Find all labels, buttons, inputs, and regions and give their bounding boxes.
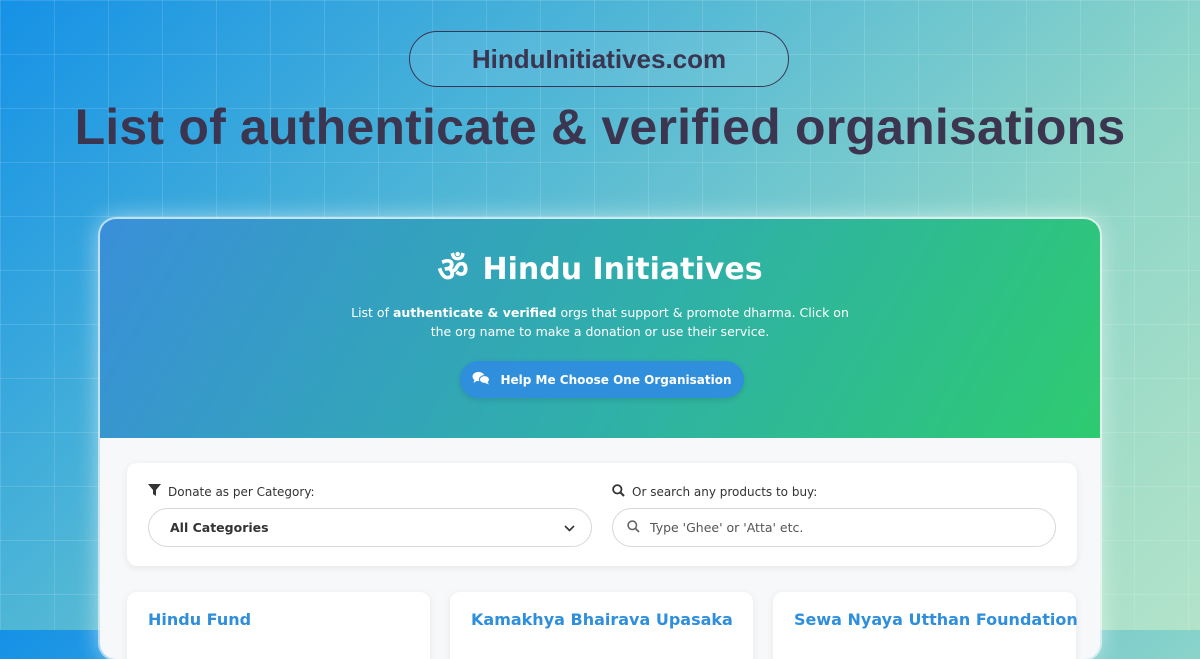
- hero-title: List of authenticate & verified organisa…: [74, 99, 1126, 155]
- chevron-down-icon: [564, 520, 575, 535]
- org-name[interactable]: Hindu Fund: [148, 610, 251, 629]
- product-search[interactable]: [612, 508, 1056, 547]
- search-icon: [627, 518, 640, 537]
- om-icon: ॐ: [437, 249, 469, 290]
- org-name[interactable]: Kamakhya Bhairava Upasaka: [471, 610, 733, 629]
- filter-icon: [148, 484, 161, 499]
- category-label-text: Donate as per Category:: [168, 484, 315, 499]
- search-label: Or search any products to buy:: [612, 484, 817, 500]
- help-button-label: Help Me Choose One Organisation: [500, 372, 732, 387]
- org-card[interactable]: Sewa Nyaya Utthan Foundation: [773, 592, 1078, 659]
- search-label-icon: [612, 484, 625, 500]
- help-choose-button[interactable]: Help Me Choose One Organisation: [460, 361, 744, 398]
- brand-name: Hindu Initiatives: [482, 252, 763, 287]
- filter-panel: Donate as per Category: All Categories O…: [127, 463, 1077, 566]
- site-domain-badge: HinduInitiatives.com: [409, 31, 789, 87]
- tagline-pre: List of: [351, 305, 393, 320]
- tagline-bold: authenticate & verified: [392, 305, 557, 320]
- org-card[interactable]: Kamakhya Bhairava Upasaka: [450, 592, 753, 659]
- category-select[interactable]: All Categories: [148, 508, 592, 547]
- chat-bubbles-icon: [472, 371, 491, 388]
- brand: ॐ Hindu Initiatives: [100, 252, 1100, 287]
- category-label: Donate as per Category:: [148, 484, 315, 499]
- app-card: ॐ Hindu Initiatives List of authenticate…: [100, 219, 1100, 659]
- category-select-value: All Categories: [170, 520, 269, 535]
- org-name[interactable]: Sewa Nyaya Utthan Foundation: [794, 610, 1078, 629]
- tagline: List of authenticate & verified orgs tha…: [350, 303, 850, 341]
- search-label-text: Or search any products to buy:: [632, 485, 818, 499]
- org-card[interactable]: Hindu Fund: [127, 592, 430, 659]
- app-header: ॐ Hindu Initiatives List of authenticate…: [100, 219, 1100, 438]
- search-input[interactable]: [648, 519, 1041, 536]
